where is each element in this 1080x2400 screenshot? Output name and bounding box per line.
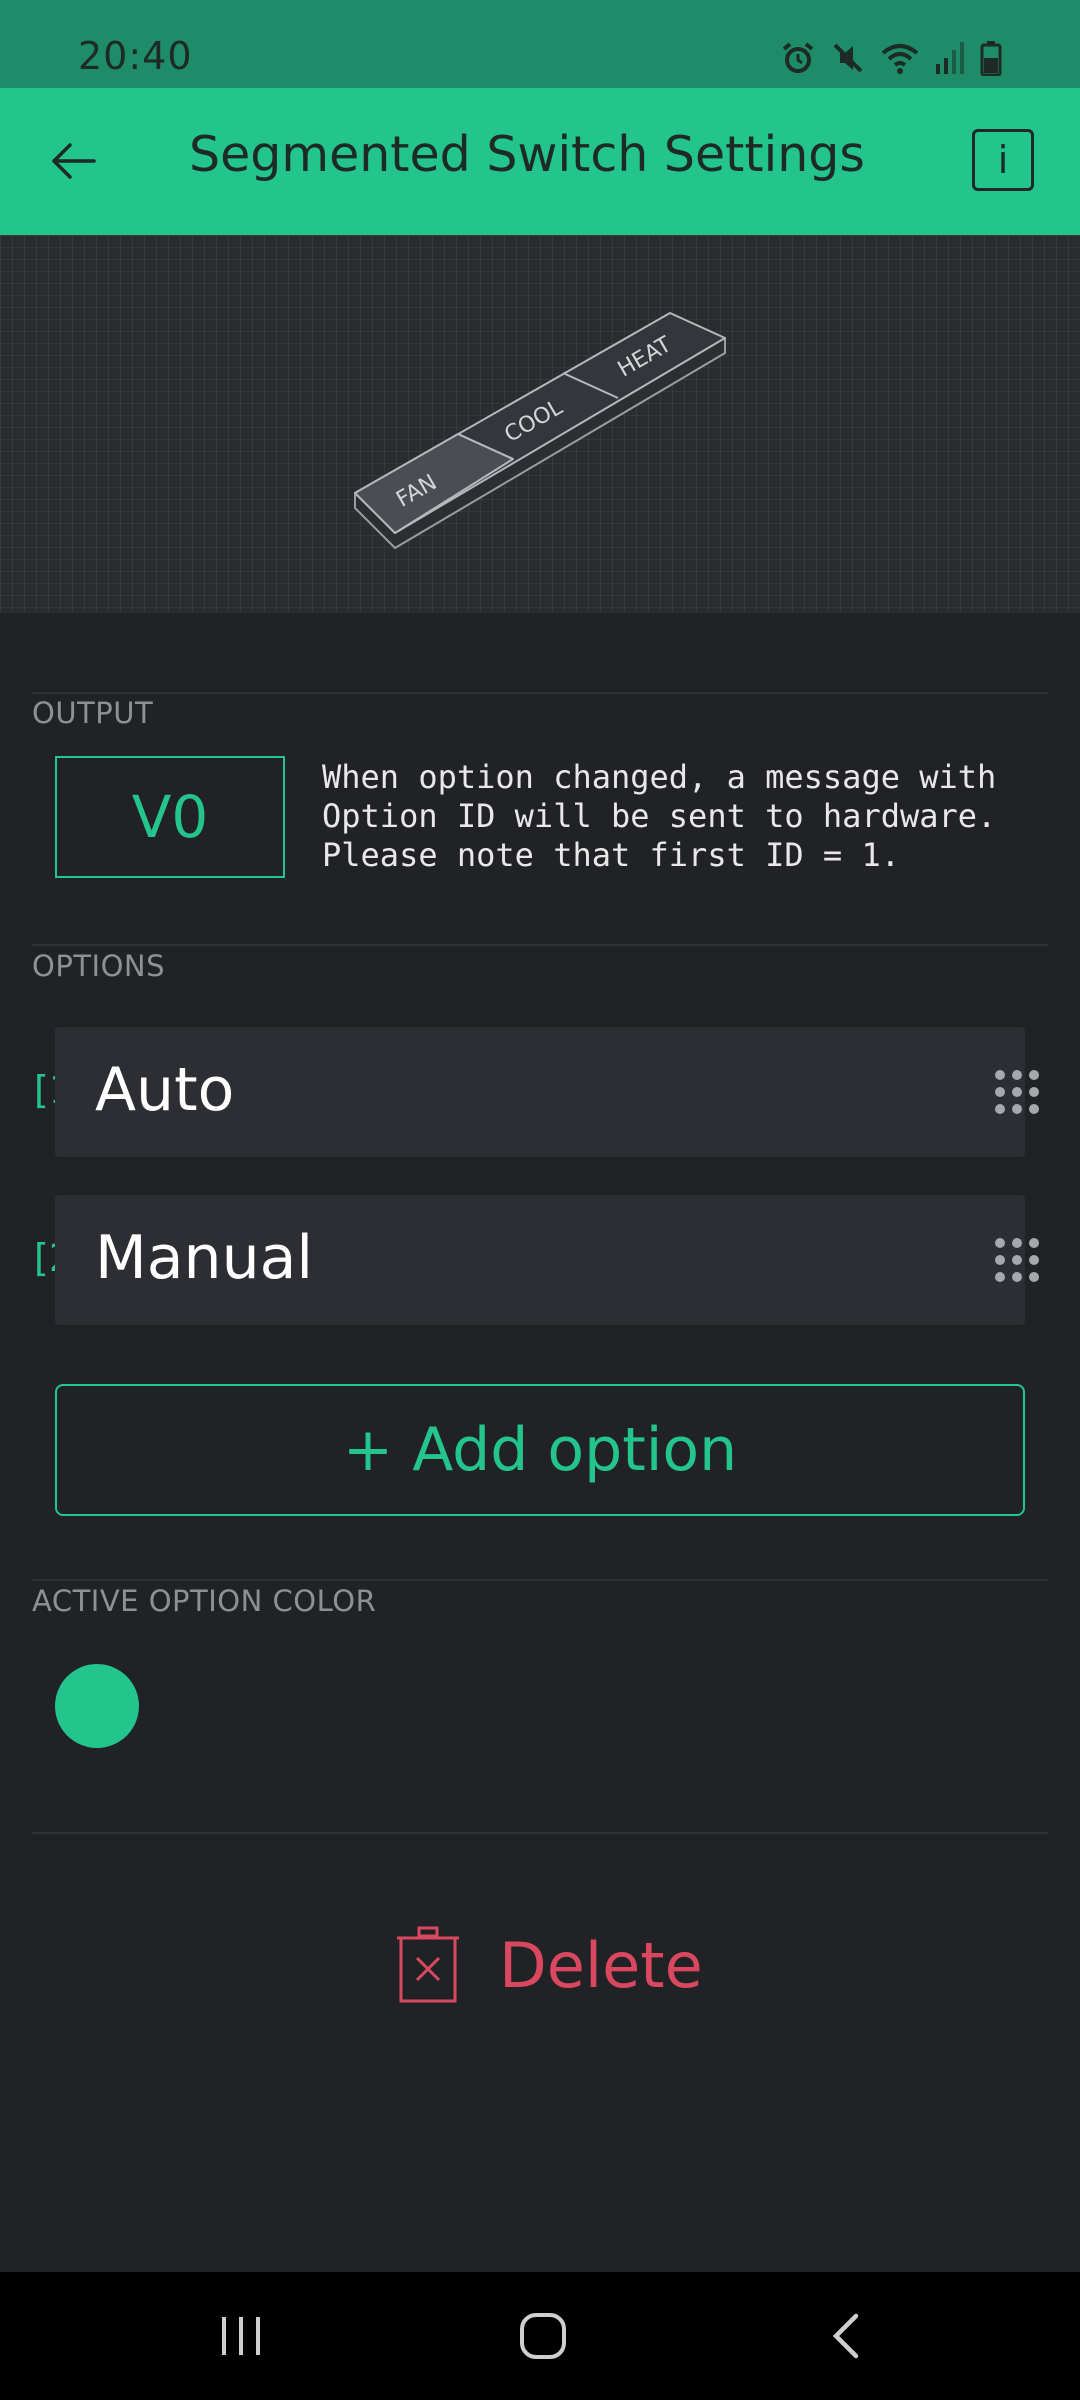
segmented-switch-illustration: FAN COOL HEAT — [354, 312, 726, 549]
recent-apps-icon — [222, 2317, 260, 2355]
back-nav-button[interactable] — [800, 2300, 890, 2372]
active-color-section-label: ACTIVE OPTION COLOR — [32, 1584, 377, 1618]
delete-button[interactable]: Delete — [395, 1920, 703, 2010]
home-button[interactable] — [498, 2300, 588, 2372]
chevron-left-icon — [832, 2313, 859, 2359]
status-time: 20:40 — [78, 34, 193, 78]
status-icons — [780, 38, 1002, 78]
battery-icon — [980, 41, 1002, 76]
mute-icon — [833, 43, 863, 73]
divider — [32, 1579, 1048, 1581]
back-button[interactable] — [40, 128, 106, 194]
info-icon: i — [997, 138, 1009, 182]
active-color-swatch[interactable] — [55, 1664, 139, 1748]
add-option-button[interactable]: + Add option — [55, 1384, 1025, 1516]
signal-icon — [936, 42, 964, 74]
output-pin-selector[interactable]: V0 — [55, 756, 285, 878]
divider — [32, 692, 1048, 694]
arrow-left-icon — [52, 143, 96, 179]
output-pin-value: V0 — [131, 783, 209, 851]
option-label[interactable]: Auto — [95, 1055, 234, 1125]
delete-label: Delete — [499, 1928, 703, 2002]
status-bar: 20:40 — [0, 0, 1080, 88]
drag-handle-icon[interactable] — [992, 1067, 1042, 1117]
alarm-icon — [782, 42, 814, 73]
divider — [32, 944, 1048, 946]
option-row[interactable]: Manual — [55, 1195, 1039, 1325]
info-button[interactable]: i — [972, 129, 1034, 191]
output-description: When option changed, a message with Opti… — [322, 758, 997, 874]
drag-handle-icon[interactable] — [992, 1235, 1042, 1285]
divider — [32, 1832, 1048, 1834]
widget-preview: FAN COOL HEAT — [0, 235, 1080, 613]
app-bar: Segmented Switch Settings i — [0, 88, 1080, 235]
page-title: Segmented Switch Settings — [189, 126, 865, 183]
option-label[interactable]: Manual — [95, 1223, 313, 1293]
home-icon — [520, 2313, 566, 2359]
option-row[interactable]: Auto — [55, 1027, 1039, 1157]
wifi-icon — [881, 44, 919, 74]
output-section-label: OUTPUT — [32, 696, 154, 730]
trash-icon — [397, 1926, 459, 2003]
options-section-label: OPTIONS — [32, 949, 166, 983]
system-nav-bar — [0, 2272, 1080, 2400]
recent-apps-button[interactable] — [196, 2300, 286, 2372]
